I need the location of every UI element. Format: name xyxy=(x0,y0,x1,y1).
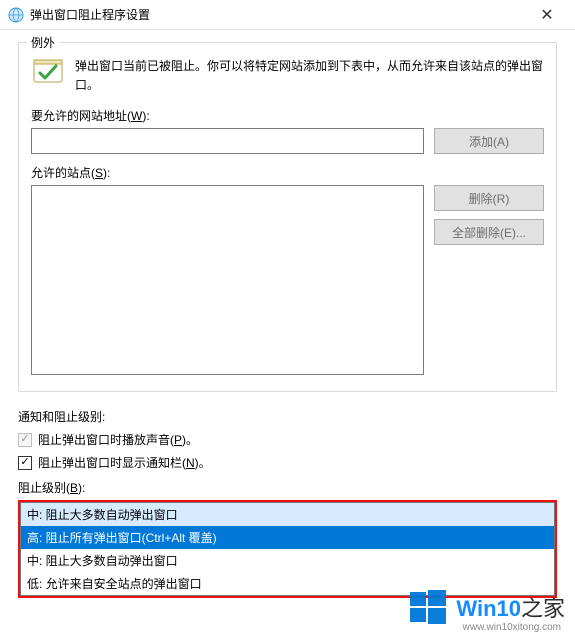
address-input[interactable] xyxy=(31,128,424,154)
allowed-label-prefix: 允许的站点( xyxy=(31,166,95,180)
watermark-brand-main: Win10 xyxy=(456,596,521,621)
titlebar: 弹出窗口阻止程序设置 ✕ xyxy=(0,0,575,30)
play-sound-checkbox: ✓ xyxy=(18,433,32,447)
block-level-option[interactable]: 中: 阻止大多数自动弹出窗口 xyxy=(21,549,554,572)
exceptions-description-row: 弹出窗口当前已被阻止。你可以将特定网站添加到下表中，从而允许来自该站点的弹出窗口… xyxy=(31,55,544,95)
address-row: 添加(A) xyxy=(31,128,544,154)
show-bar-label-prefix: 阻止弹出窗口时显示通知栏( xyxy=(38,456,186,470)
address-label-suffix: ): xyxy=(142,109,149,123)
block-level-label: 阻止级别(B): xyxy=(18,479,557,496)
play-sound-row: ✓ 阻止弹出窗口时播放声音(P)。 xyxy=(18,431,557,448)
close-button[interactable]: ✕ xyxy=(527,1,567,29)
show-bar-row[interactable]: ✓ 阻止弹出窗口时显示通知栏(N)。 xyxy=(18,454,557,471)
block-level-hotkey: B xyxy=(70,481,78,495)
exceptions-description: 弹出窗口当前已被阻止。你可以将特定网站添加到下表中，从而允许来自该站点的弹出窗口… xyxy=(75,55,544,95)
show-bar-label: 阻止弹出窗口时显示通知栏(N)。 xyxy=(38,454,211,471)
play-sound-hotkey: P xyxy=(174,433,182,447)
show-bar-checkbox[interactable]: ✓ xyxy=(18,456,32,470)
address-label-hotkey: W xyxy=(131,109,142,123)
checkmark-shield-icon xyxy=(31,55,65,89)
play-sound-label: 阻止弹出窗口时播放声音(P)。 xyxy=(38,431,198,448)
window-title: 弹出窗口阻止程序设置 xyxy=(30,6,527,23)
block-level-label-suffix: ): xyxy=(78,481,85,495)
allowed-label-hotkey: S xyxy=(95,166,103,180)
allowed-label-suffix: ): xyxy=(103,166,110,180)
dialog-body: 例外 弹出窗口当前已被阻止。你可以将特定网站添加到下表中，从而允许来自该站点的弹… xyxy=(0,30,575,598)
block-level-option[interactable]: 高: 阻止所有弹出窗口(Ctrl+Alt 覆盖) xyxy=(21,526,554,549)
allowed-label: 允许的站点(S): xyxy=(31,164,544,181)
watermark-text: Win10之家 xyxy=(456,591,565,623)
show-bar-hotkey: N xyxy=(186,456,195,470)
add-button[interactable]: 添加(A) xyxy=(434,128,544,154)
exceptions-group: 例外 弹出窗口当前已被阻止。你可以将特定网站添加到下表中，从而允许来自该站点的弹… xyxy=(18,42,557,392)
block-level-label-prefix: 阻止级别( xyxy=(18,481,70,495)
allowed-sites-listbox[interactable] xyxy=(31,185,424,375)
block-level-dropdown-highlight: 中: 阻止大多数自动弹出窗口高: 阻止所有弹出窗口(Ctrl+Alt 覆盖)中:… xyxy=(18,500,557,598)
show-bar-label-suffix: )。 xyxy=(195,456,211,470)
address-label-prefix: 要允许的网站地址( xyxy=(31,109,131,123)
app-icon xyxy=(8,7,24,23)
watermark: Win10之家 xyxy=(408,587,565,627)
watermark-url: www.win10xitong.com xyxy=(463,622,561,633)
remove-button[interactable]: 删除(R) xyxy=(434,185,544,211)
remove-all-button[interactable]: 全部删除(E)... xyxy=(434,219,544,245)
watermark-brand-sub: 之家 xyxy=(521,596,565,621)
allowed-row: 删除(R) 全部删除(E)... xyxy=(31,185,544,375)
close-icon: ✕ xyxy=(540,5,553,25)
address-label: 要允许的网站地址(W): xyxy=(31,107,544,124)
block-level-option[interactable]: 中: 阻止大多数自动弹出窗口 xyxy=(21,503,554,526)
play-sound-label-suffix: )。 xyxy=(182,433,198,447)
windows-logo-icon xyxy=(408,587,448,627)
exceptions-legend: 例外 xyxy=(27,34,59,51)
play-sound-label-prefix: 阻止弹出窗口时播放声音( xyxy=(38,433,174,447)
block-level-dropdown[interactable]: 中: 阻止大多数自动弹出窗口高: 阻止所有弹出窗口(Ctrl+Alt 覆盖)中:… xyxy=(20,502,555,596)
notify-legend: 通知和阻止级别: xyxy=(18,408,557,425)
allowed-buttons: 删除(R) 全部删除(E)... xyxy=(434,185,544,375)
